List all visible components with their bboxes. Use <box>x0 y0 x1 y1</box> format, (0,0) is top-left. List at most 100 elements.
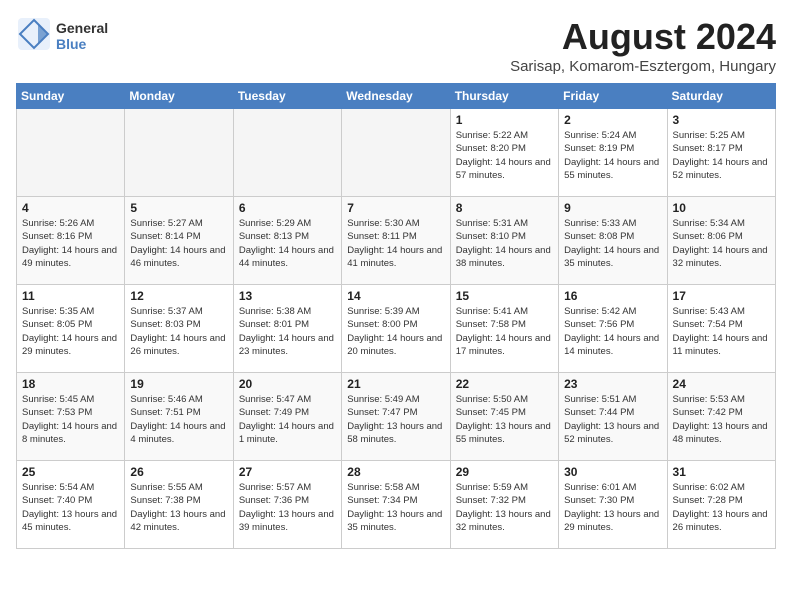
day-info: Sunrise: 5:46 AMSunset: 7:51 PMDaylight:… <box>130 393 227 446</box>
day-number: 8 <box>456 201 553 215</box>
day-info: Sunrise: 5:24 AMSunset: 8:19 PMDaylight:… <box>564 129 661 182</box>
day-info: Sunrise: 5:47 AMSunset: 7:49 PMDaylight:… <box>239 393 336 446</box>
day-number: 19 <box>130 377 227 391</box>
day-number: 31 <box>673 465 770 479</box>
day-number: 22 <box>456 377 553 391</box>
calendar-cell: 29 Sunrise: 5:59 AMSunset: 7:32 PMDaylig… <box>450 461 558 549</box>
weekday-header-saturday: Saturday <box>667 84 775 109</box>
day-info: Sunrise: 5:38 AMSunset: 8:01 PMDaylight:… <box>239 305 336 358</box>
calendar-cell: 8 Sunrise: 5:31 AMSunset: 8:10 PMDayligh… <box>450 197 558 285</box>
day-number: 20 <box>239 377 336 391</box>
calendar-cell: 18 Sunrise: 5:45 AMSunset: 7:53 PMDaylig… <box>17 373 125 461</box>
day-number: 2 <box>564 113 661 127</box>
day-info: Sunrise: 5:22 AMSunset: 8:20 PMDaylight:… <box>456 129 553 182</box>
day-info: Sunrise: 5:45 AMSunset: 7:53 PMDaylight:… <box>22 393 119 446</box>
day-info: Sunrise: 5:54 AMSunset: 7:40 PMDaylight:… <box>22 481 119 534</box>
logo: General Blue <box>16 16 108 57</box>
calendar-cell: 3 Sunrise: 5:25 AMSunset: 8:17 PMDayligh… <box>667 109 775 197</box>
month-year-title: August 2024 <box>510 16 776 58</box>
calendar-cell: 17 Sunrise: 5:43 AMSunset: 7:54 PMDaylig… <box>667 285 775 373</box>
calendar-cell: 23 Sunrise: 5:51 AMSunset: 7:44 PMDaylig… <box>559 373 667 461</box>
day-number: 30 <box>564 465 661 479</box>
day-info: Sunrise: 5:26 AMSunset: 8:16 PMDaylight:… <box>22 217 119 270</box>
day-info: Sunrise: 5:35 AMSunset: 8:05 PMDaylight:… <box>22 305 119 358</box>
calendar-cell: 19 Sunrise: 5:46 AMSunset: 7:51 PMDaylig… <box>125 373 233 461</box>
day-info: Sunrise: 5:31 AMSunset: 8:10 PMDaylight:… <box>456 217 553 270</box>
calendar-cell: 20 Sunrise: 5:47 AMSunset: 7:49 PMDaylig… <box>233 373 341 461</box>
day-info: Sunrise: 5:43 AMSunset: 7:54 PMDaylight:… <box>673 305 770 358</box>
calendar-cell: 12 Sunrise: 5:37 AMSunset: 8:03 PMDaylig… <box>125 285 233 373</box>
day-info: Sunrise: 6:02 AMSunset: 7:28 PMDaylight:… <box>673 481 770 534</box>
day-number: 4 <box>22 201 119 215</box>
day-info: Sunrise: 5:50 AMSunset: 7:45 PMDaylight:… <box>456 393 553 446</box>
calendar-cell: 13 Sunrise: 5:38 AMSunset: 8:01 PMDaylig… <box>233 285 341 373</box>
title-block: August 2024 Sarisap, Komarom-Esztergom, … <box>510 16 776 75</box>
calendar-cell: 24 Sunrise: 5:53 AMSunset: 7:42 PMDaylig… <box>667 373 775 461</box>
day-info: Sunrise: 5:41 AMSunset: 7:58 PMDaylight:… <box>456 305 553 358</box>
weekday-header-thursday: Thursday <box>450 84 558 109</box>
day-number: 11 <box>22 289 119 303</box>
day-number: 7 <box>347 201 444 215</box>
logo-text-general: General <box>56 21 108 36</box>
day-info: Sunrise: 5:33 AMSunset: 8:08 PMDaylight:… <box>564 217 661 270</box>
day-number: 9 <box>564 201 661 215</box>
calendar-cell: 25 Sunrise: 5:54 AMSunset: 7:40 PMDaylig… <box>17 461 125 549</box>
calendar-cell: 16 Sunrise: 5:42 AMSunset: 7:56 PMDaylig… <box>559 285 667 373</box>
page-header: General Blue August 2024 Sarisap, Komaro… <box>16 16 776 75</box>
weekday-header-row: SundayMondayTuesdayWednesdayThursdayFrid… <box>17 84 776 109</box>
logo-emblem <box>16 16 52 52</box>
day-number: 18 <box>22 377 119 391</box>
day-number: 25 <box>22 465 119 479</box>
calendar-cell: 4 Sunrise: 5:26 AMSunset: 8:16 PMDayligh… <box>17 197 125 285</box>
logo-text-blue: Blue <box>56 37 108 52</box>
day-number: 12 <box>130 289 227 303</box>
day-number: 5 <box>130 201 227 215</box>
day-info: Sunrise: 5:42 AMSunset: 7:56 PMDaylight:… <box>564 305 661 358</box>
weekday-header-monday: Monday <box>125 84 233 109</box>
calendar-cell: 11 Sunrise: 5:35 AMSunset: 8:05 PMDaylig… <box>17 285 125 373</box>
day-number: 28 <box>347 465 444 479</box>
calendar-cell <box>17 109 125 197</box>
location-subtitle: Sarisap, Komarom-Esztergom, Hungary <box>510 58 776 75</box>
calendar-cell: 22 Sunrise: 5:50 AMSunset: 7:45 PMDaylig… <box>450 373 558 461</box>
day-number: 29 <box>456 465 553 479</box>
day-info: Sunrise: 5:27 AMSunset: 8:14 PMDaylight:… <box>130 217 227 270</box>
calendar-cell <box>342 109 450 197</box>
calendar-cell: 1 Sunrise: 5:22 AMSunset: 8:20 PMDayligh… <box>450 109 558 197</box>
day-number: 13 <box>239 289 336 303</box>
calendar-cell: 7 Sunrise: 5:30 AMSunset: 8:11 PMDayligh… <box>342 197 450 285</box>
day-info: Sunrise: 5:53 AMSunset: 7:42 PMDaylight:… <box>673 393 770 446</box>
day-number: 16 <box>564 289 661 303</box>
calendar-cell: 14 Sunrise: 5:39 AMSunset: 8:00 PMDaylig… <box>342 285 450 373</box>
weekday-header-sunday: Sunday <box>17 84 125 109</box>
calendar-cell: 6 Sunrise: 5:29 AMSunset: 8:13 PMDayligh… <box>233 197 341 285</box>
calendar-cell: 30 Sunrise: 6:01 AMSunset: 7:30 PMDaylig… <box>559 461 667 549</box>
day-info: Sunrise: 5:49 AMSunset: 7:47 PMDaylight:… <box>347 393 444 446</box>
day-info: Sunrise: 5:51 AMSunset: 7:44 PMDaylight:… <box>564 393 661 446</box>
day-number: 1 <box>456 113 553 127</box>
day-number: 24 <box>673 377 770 391</box>
day-number: 21 <box>347 377 444 391</box>
calendar-cell <box>233 109 341 197</box>
day-number: 26 <box>130 465 227 479</box>
weekday-header-friday: Friday <box>559 84 667 109</box>
calendar-week-5: 25 Sunrise: 5:54 AMSunset: 7:40 PMDaylig… <box>17 461 776 549</box>
calendar-cell: 10 Sunrise: 5:34 AMSunset: 8:06 PMDaylig… <box>667 197 775 285</box>
calendar-cell: 31 Sunrise: 6:02 AMSunset: 7:28 PMDaylig… <box>667 461 775 549</box>
day-info: Sunrise: 5:57 AMSunset: 7:36 PMDaylight:… <box>239 481 336 534</box>
day-info: Sunrise: 5:55 AMSunset: 7:38 PMDaylight:… <box>130 481 227 534</box>
day-info: Sunrise: 5:25 AMSunset: 8:17 PMDaylight:… <box>673 129 770 182</box>
day-info: Sunrise: 5:59 AMSunset: 7:32 PMDaylight:… <box>456 481 553 534</box>
day-info: Sunrise: 5:37 AMSunset: 8:03 PMDaylight:… <box>130 305 227 358</box>
calendar-cell: 15 Sunrise: 5:41 AMSunset: 7:58 PMDaylig… <box>450 285 558 373</box>
weekday-header-tuesday: Tuesday <box>233 84 341 109</box>
day-number: 27 <box>239 465 336 479</box>
day-info: Sunrise: 5:34 AMSunset: 8:06 PMDaylight:… <box>673 217 770 270</box>
day-info: Sunrise: 5:30 AMSunset: 8:11 PMDaylight:… <box>347 217 444 270</box>
day-number: 15 <box>456 289 553 303</box>
calendar-table: SundayMondayTuesdayWednesdayThursdayFrid… <box>16 83 776 549</box>
calendar-week-4: 18 Sunrise: 5:45 AMSunset: 7:53 PMDaylig… <box>17 373 776 461</box>
calendar-cell <box>125 109 233 197</box>
calendar-week-2: 4 Sunrise: 5:26 AMSunset: 8:16 PMDayligh… <box>17 197 776 285</box>
calendar-cell: 5 Sunrise: 5:27 AMSunset: 8:14 PMDayligh… <box>125 197 233 285</box>
